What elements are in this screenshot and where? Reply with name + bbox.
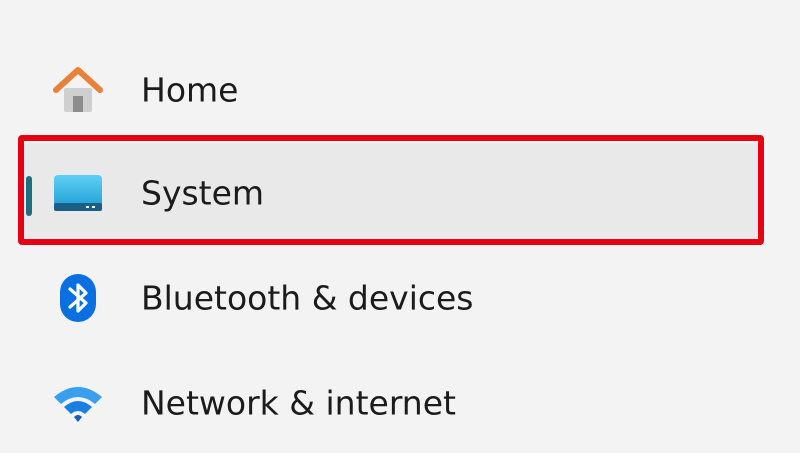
settings-nav: Home System Bluetooth & devices Network …	[0, 0, 800, 450]
selected-indicator	[26, 176, 32, 216]
nav-item-bluetooth-devices[interactable]: Bluetooth & devices	[22, 248, 760, 348]
nav-item-label: Bluetooth & devices	[141, 278, 474, 318]
nav-item-label: System	[141, 173, 265, 213]
nav-item-network-internet[interactable]: Network & internet	[22, 353, 760, 453]
nav-item-label: Network & internet	[141, 383, 456, 423]
nav-item-system[interactable]: System	[22, 143, 760, 243]
nav-item-home[interactable]: Home	[22, 40, 760, 140]
monitor-icon	[50, 165, 106, 221]
bluetooth-icon	[50, 270, 106, 326]
nav-item-label: Home	[141, 70, 239, 110]
wifi-icon	[50, 375, 106, 431]
home-icon	[50, 62, 106, 118]
